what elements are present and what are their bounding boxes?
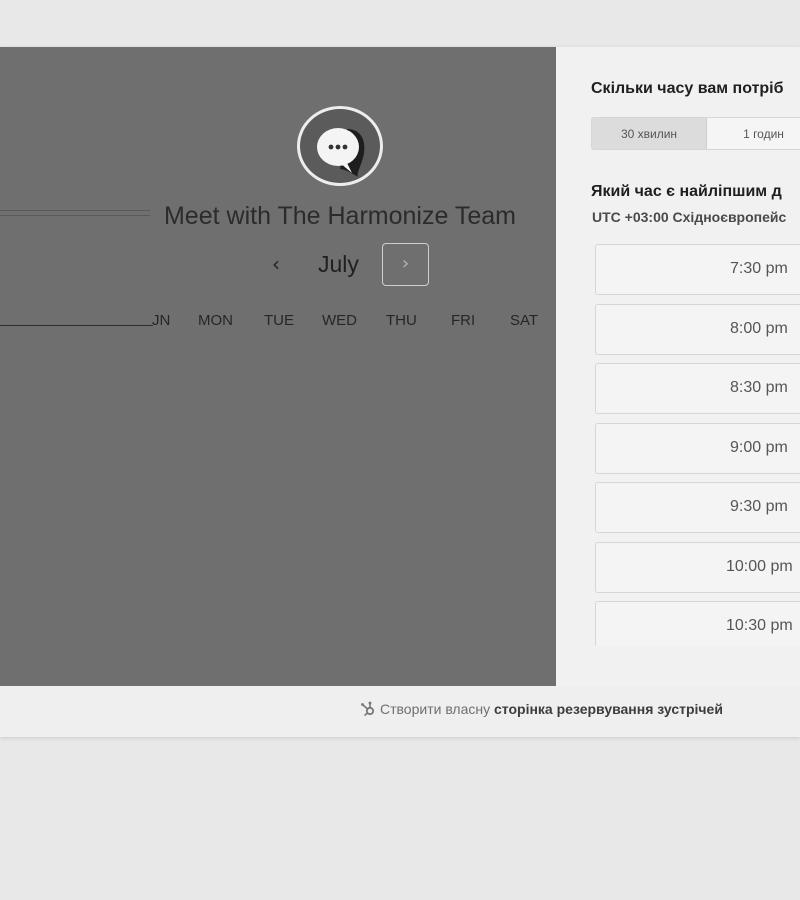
weekday-fri: FRI	[451, 312, 476, 329]
footer-link-bold: сторінка резервування зустрічей	[494, 701, 723, 717]
time-slot[interactable]: 8:30 pm	[595, 363, 800, 414]
duration-option-30min[interactable]: 30 хвилин	[592, 118, 707, 149]
duration-option-1hour[interactable]: 1 годин	[707, 118, 800, 149]
previous-month-button[interactable]: ‹	[262, 250, 290, 278]
duration-question: Скільки часу вам потріб	[591, 80, 784, 97]
timezone-selector[interactable]: UTC +03:00 Східноєвропейс	[592, 209, 786, 225]
weekday-thu: THU	[386, 312, 417, 329]
hubspot-icon	[360, 701, 376, 717]
time-selection-pane: Скільки часу вам потріб 30 хвилин 1 годи…	[556, 47, 800, 686]
weekday-mon: MON	[198, 312, 233, 329]
divider	[0, 325, 153, 326]
weekday-sun: JN	[152, 312, 171, 329]
time-slot[interactable]: 9:00 pm	[595, 423, 800, 474]
booking-card: Meet with The Harmonize Team ‹ July › JN…	[0, 47, 800, 737]
weekday-sat: SAT	[510, 312, 539, 329]
time-slot[interactable]: 9:30 pm	[595, 482, 800, 533]
time-slot[interactable]: 10:30 pm	[595, 601, 800, 646]
time-slot[interactable]: 10:00 pm	[595, 542, 800, 593]
next-month-button[interactable]: ›	[382, 243, 429, 286]
create-booking-page-link[interactable]: Створити власну сторінка резервування зу…	[360, 701, 723, 717]
month-label: July	[318, 251, 359, 277]
duration-selector: 30 хвилин 1 годин	[591, 117, 800, 150]
footer-link-prefix: Створити власну	[380, 701, 491, 717]
time-question: Який час є найліпшим д	[591, 183, 782, 200]
time-slot[interactable]: 7:30 pm	[595, 244, 800, 295]
weekday-wed: WED	[322, 312, 357, 329]
chat-avatar-icon	[297, 106, 383, 186]
time-slot-list: 7:30 pm 8:00 pm 8:30 pm 9:00 pm 9:30 pm …	[595, 244, 800, 646]
weekday-tue: TUE	[264, 312, 294, 329]
calendar-pane: Meet with The Harmonize Team ‹ July › JN…	[0, 47, 556, 686]
time-slot[interactable]: 8:00 pm	[595, 304, 800, 355]
footer: Створити власну сторінка резервування зу…	[0, 686, 800, 737]
